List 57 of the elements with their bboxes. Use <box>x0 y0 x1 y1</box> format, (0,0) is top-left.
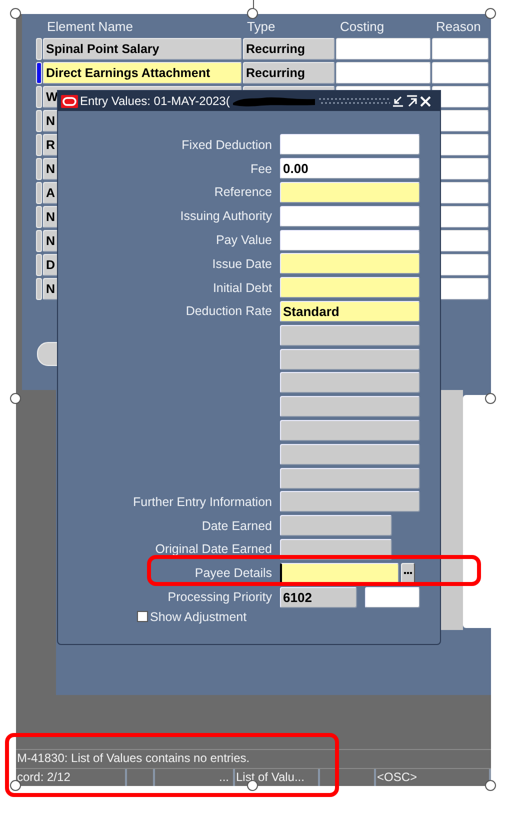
input-field[interactable] <box>280 562 399 584</box>
table-cell[interactable] <box>432 38 489 60</box>
field-label: Deduction Rate <box>186 304 272 318</box>
app-logo-icon <box>61 94 78 108</box>
input-field[interactable] <box>280 206 420 227</box>
table-cell[interactable]: Recurring <box>243 62 335 84</box>
field-label: Original Date Earned <box>155 542 272 556</box>
input-field[interactable] <box>280 182 420 203</box>
column-header: Reason <box>435 18 482 36</box>
checkbox-label: Show Adjustment <box>150 610 247 624</box>
minimize-icon[interactable] <box>392 95 404 107</box>
row-indicator[interactable] <box>36 62 42 84</box>
column-header: Type <box>246 18 276 36</box>
input-field[interactable]: Standard <box>280 300 420 322</box>
field-label: Fee <box>250 162 272 176</box>
input-field[interactable] <box>280 277 420 298</box>
resize-handle[interactable] <box>485 8 496 19</box>
ellipsis-icon <box>404 572 412 575</box>
input-field[interactable]: 0.00 <box>280 158 420 180</box>
table-cell[interactable] <box>336 38 431 60</box>
field-label: Date Earned <box>202 518 272 533</box>
message-text: M-41830: List of Values contains no entries. <box>16 749 491 767</box>
resize-handle[interactable] <box>10 393 21 404</box>
resize-handle[interactable] <box>485 780 496 791</box>
checkbox[interactable] <box>137 611 148 622</box>
resize-handle[interactable] <box>10 8 21 19</box>
field-label: Fixed Deduction <box>182 138 272 152</box>
input-field[interactable] <box>280 230 420 251</box>
close-icon[interactable] <box>420 96 431 106</box>
resize-handle[interactable] <box>485 393 496 404</box>
field-label: Payee Details <box>194 566 272 580</box>
resize-handle[interactable] <box>247 8 258 19</box>
table-cell[interactable]: Recurring <box>243 38 335 60</box>
field-label: Initial Debt <box>212 280 272 295</box>
input-field[interactable] <box>280 253 420 274</box>
field-label: Processing Priority <box>168 590 272 604</box>
field-label: Pay Value <box>216 233 272 248</box>
field-label: Issue Date <box>212 256 272 271</box>
input-field[interactable] <box>280 134 420 156</box>
column-header: Costing <box>339 18 386 36</box>
field-label: Issuing Authority <box>180 209 272 224</box>
table-cell[interactable]: Direct Earnings Attachment <box>43 62 242 84</box>
table-cell[interactable] <box>336 62 431 84</box>
grip-icon[interactable] <box>318 96 390 106</box>
table-cell[interactable] <box>432 62 489 84</box>
maximize-icon[interactable] <box>406 95 418 107</box>
list-of-values-button[interactable] <box>401 562 415 584</box>
field-label: Further Entry Information <box>133 494 272 509</box>
input-field[interactable] <box>365 586 420 608</box>
status-field: ... <box>155 769 235 786</box>
resize-handle[interactable] <box>10 780 21 791</box>
resize-handle[interactable] <box>247 780 258 791</box>
text-area[interactable] <box>463 395 491 628</box>
column-header: Element Name <box>46 18 134 36</box>
table-cell[interactable]: Spinal Point Salary <box>43 38 242 60</box>
window-title: Entry Values: 01-MAY-2023( <box>80 94 230 108</box>
field-label: Reference <box>214 185 272 200</box>
